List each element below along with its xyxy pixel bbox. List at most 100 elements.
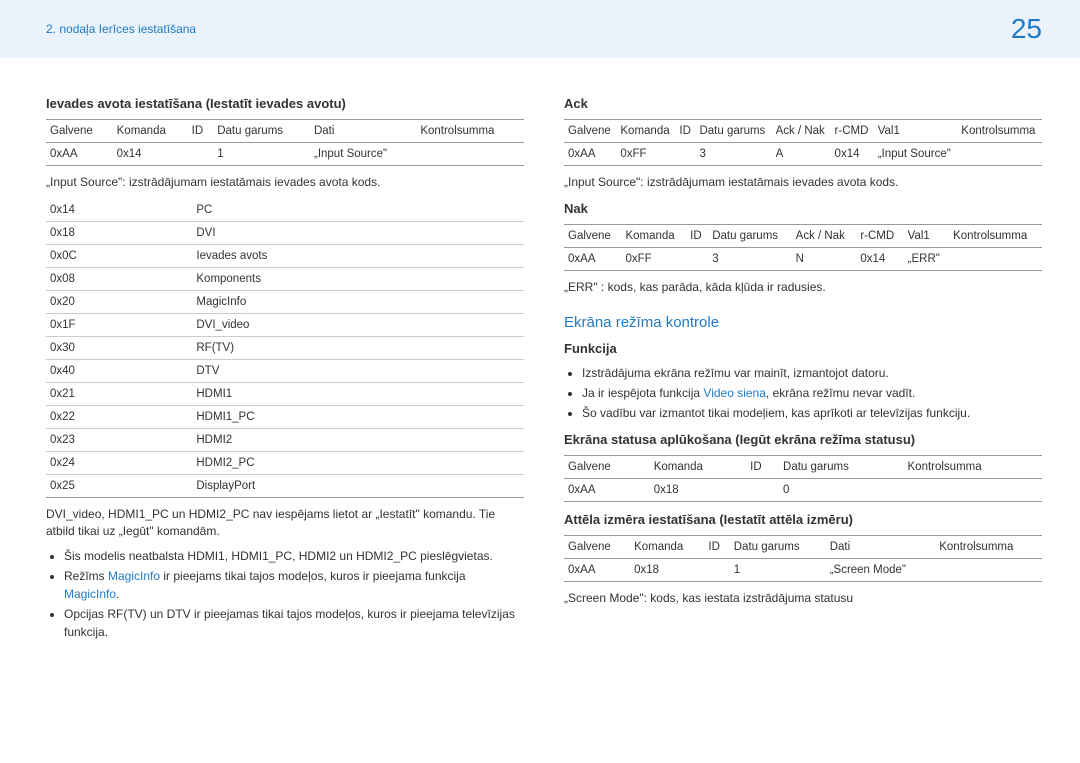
td: 0x18 [630, 558, 704, 581]
td [904, 478, 1043, 501]
th: ID [746, 455, 779, 478]
td: 0x18 [46, 221, 192, 244]
td: 0x0C [46, 244, 192, 267]
nak-heading: Nak [564, 201, 1042, 216]
td: HDMI2_PC [192, 451, 524, 474]
td: 0x20 [46, 290, 192, 313]
link-video-wall[interactable]: Video siena [703, 386, 766, 400]
td [746, 478, 779, 501]
page-number: 25 [1011, 13, 1042, 45]
text: Režīms [64, 569, 108, 583]
td: A [772, 143, 831, 166]
screen-status-table: Galvene Komanda ID Datu garums Kontrolsu… [564, 455, 1042, 502]
td: „Input Source" [310, 143, 416, 166]
th: Datu garums [779, 455, 903, 478]
td: 0xAA [564, 247, 621, 270]
td: DisplayPort [192, 474, 524, 497]
link-magicinfo[interactable]: MagicInfo [64, 587, 116, 601]
input-source-set-table: Galvene Komanda ID Datu garums Dati Kont… [46, 119, 524, 166]
th: ID [675, 120, 695, 143]
th: Galvene [564, 120, 616, 143]
nak-table: Galvene Komanda ID Datu garums Ack / Nak… [564, 224, 1042, 271]
td: 0x25 [46, 474, 192, 497]
td [704, 558, 729, 581]
screen-status-heading: Ekrāna statusa aplūkošana (Iegūt ekrāna … [564, 432, 1042, 447]
note-text: „Input Source": izstrādājumam iestatāmai… [564, 174, 1042, 191]
th: r-CMD [856, 224, 903, 247]
note-text: „Input Source": izstrādājumam iestatāmai… [46, 174, 524, 191]
td: DTV [192, 359, 524, 382]
td: „Input Source" [874, 143, 958, 166]
th: Komanda [113, 120, 188, 143]
td: DVI_video [192, 313, 524, 336]
td [416, 143, 524, 166]
td: 0x14 [46, 199, 192, 222]
note-text: „ERR" : kods, kas parāda, kāda kļūda ir … [564, 279, 1042, 296]
list-item: Režīms MagicInfo ir pieejams tikai tajos… [64, 567, 524, 603]
td: MagicInfo [192, 290, 524, 313]
td [949, 247, 1042, 270]
text: ir pieejams tikai tajos modeļos, kuros i… [160, 569, 465, 583]
td: HDMI1_PC [192, 405, 524, 428]
td: 0x30 [46, 336, 192, 359]
td: 1 [213, 143, 310, 166]
function-list: Izstrādājuma ekrāna režīmu var mainīt, i… [564, 364, 1042, 422]
th: Komanda [616, 120, 675, 143]
picture-size-heading: Attēla izmēra iestatīšana (Iestatīt attē… [564, 512, 1042, 527]
td: Komponents [192, 267, 524, 290]
th: Kontrolsumma [957, 120, 1042, 143]
td [188, 143, 214, 166]
th: Kontrolsumma [904, 455, 1043, 478]
td: 0x1F [46, 313, 192, 336]
page-header: 2. nodaļa Ierīces iestatīšana 25 [0, 0, 1080, 58]
th: Galvene [564, 224, 621, 247]
th: r-CMD [831, 120, 874, 143]
text: Ja ir iespējota funkcija [582, 386, 703, 400]
picture-size-table: Galvene Komanda ID Datu garums Dati Kont… [564, 535, 1042, 582]
td: 0x18 [650, 478, 746, 501]
th: Ack / Nak [792, 224, 857, 247]
td [935, 558, 1042, 581]
td: 1 [730, 558, 826, 581]
td: 0xAA [564, 558, 630, 581]
td: 0x14 [113, 143, 188, 166]
td: 0x21 [46, 382, 192, 405]
ack-heading: Ack [564, 96, 1042, 111]
th: Datu garums [695, 120, 771, 143]
td: 0x14 [856, 247, 903, 270]
input-source-codes-table: 0x14PC0x18DVI0x0CIevades avots0x08Kompon… [46, 199, 524, 498]
th: Datu garums [730, 535, 826, 558]
td: „Screen Mode" [826, 558, 936, 581]
td: 0x24 [46, 451, 192, 474]
td [675, 143, 695, 166]
td: 3 [708, 247, 791, 270]
notes-list: Šis modelis neatbalsta HDMI1, HDMI1_PC, … [46, 547, 524, 641]
ack-table: Galvene Komanda ID Datu garums Ack / Nak… [564, 119, 1042, 166]
section-title: Ievades avota iestatīšana (Iestatīt ieva… [46, 96, 524, 111]
th: Val1 [904, 224, 949, 247]
th: Komanda [630, 535, 704, 558]
td: 0x22 [46, 405, 192, 428]
td: 0x14 [831, 143, 874, 166]
th: Val1 [874, 120, 958, 143]
td: „ERR" [904, 247, 949, 270]
th: ID [188, 120, 214, 143]
td: 3 [695, 143, 771, 166]
td: 0xAA [46, 143, 113, 166]
th: Dati [826, 535, 936, 558]
td: HDMI1 [192, 382, 524, 405]
td: DVI [192, 221, 524, 244]
th: ID [686, 224, 708, 247]
td: PC [192, 199, 524, 222]
td: 0xFF [616, 143, 675, 166]
note-text: DVI_video, HDMI1_PC un HDMI2_PC nav iesp… [46, 506, 524, 540]
text: , ekrāna režīmu nevar vadīt. [766, 386, 915, 400]
td: Ievades avots [192, 244, 524, 267]
td: 0x08 [46, 267, 192, 290]
link-magicinfo[interactable]: MagicInfo [108, 569, 160, 583]
th: ID [704, 535, 729, 558]
th: Datu garums [213, 120, 310, 143]
td: RF(TV) [192, 336, 524, 359]
content-columns: Ievades avota iestatīšana (Iestatīt ieva… [0, 58, 1080, 645]
th: Kontrolsumma [949, 224, 1042, 247]
